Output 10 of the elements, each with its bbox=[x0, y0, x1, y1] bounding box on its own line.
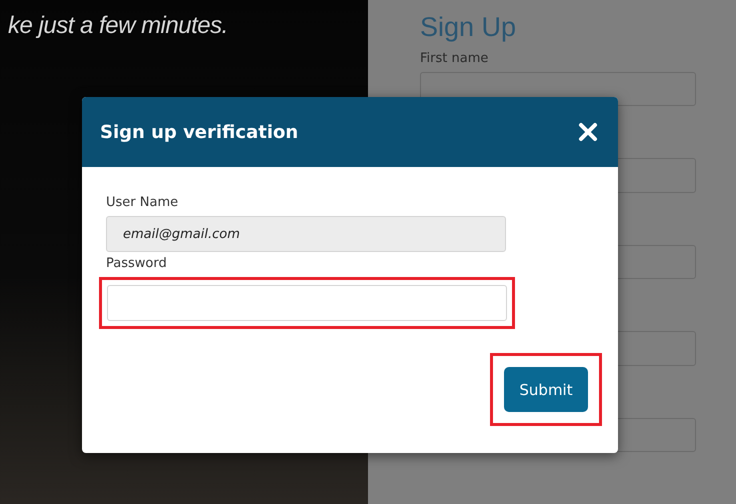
field-label: First name bbox=[420, 51, 490, 66]
field-label: Password bbox=[106, 256, 168, 271]
field-label: User Name bbox=[106, 195, 180, 210]
input-field[interactable] bbox=[107, 285, 507, 321]
input-field[interactable]: email@gmail.com bbox=[106, 216, 506, 252]
form-title: Sign Up bbox=[420, 12, 518, 43]
close-icon[interactable] bbox=[578, 122, 598, 142]
dialog-title: Sign up verification bbox=[100, 122, 298, 142]
submit-button[interactable]: Submit bbox=[504, 367, 588, 412]
headline: ke just a few minutes. bbox=[8, 12, 229, 40]
